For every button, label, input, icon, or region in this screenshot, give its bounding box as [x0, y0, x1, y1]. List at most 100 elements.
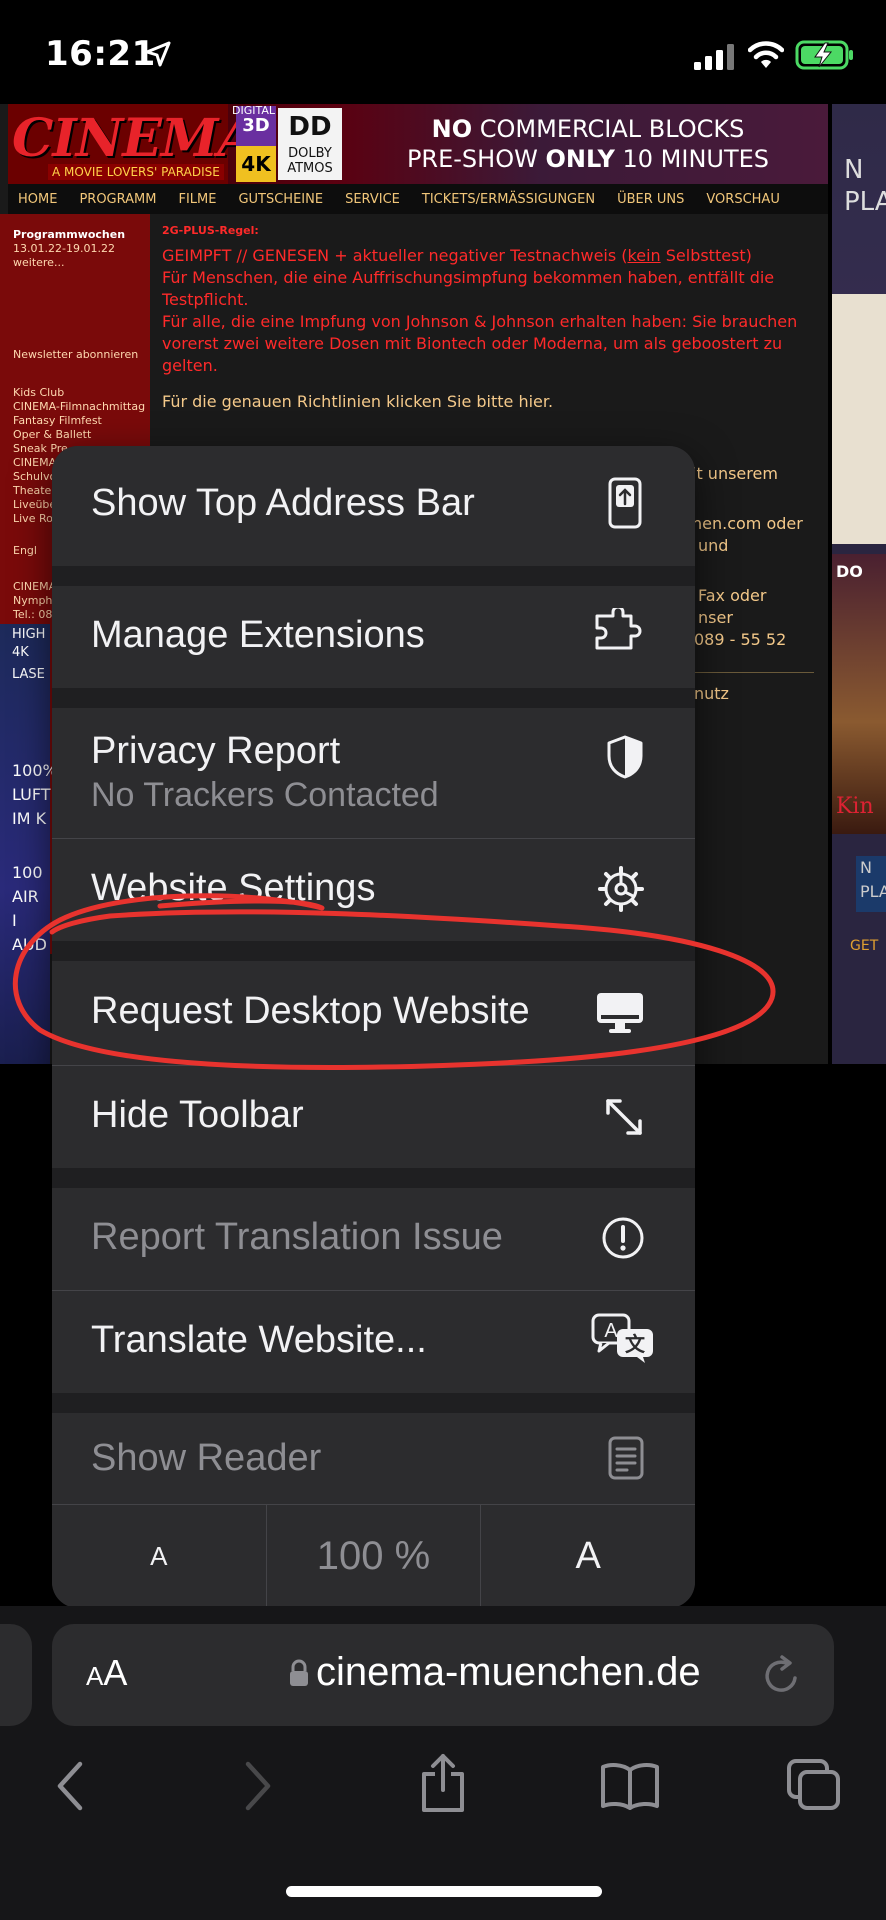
back-icon[interactable] [52, 1760, 88, 1812]
badge-4k: 4K [236, 146, 276, 182]
nav-filme[interactable]: FILME [178, 192, 216, 207]
menu-item-label: Translate Website... [91, 1319, 427, 1361]
page-menu-button[interactable]: AA [86, 1652, 127, 1694]
share-icon[interactable] [418, 1752, 468, 1814]
content-fragment: 089 - 55 52 [694, 630, 787, 649]
nav-gutscheine[interactable]: GUTSCHEINE [238, 192, 323, 207]
expand-arrows-icon [606, 1099, 642, 1135]
promo-text: NO COMMERCIAL BLOCKS PRE-SHOW ONLY 10 MI… [368, 114, 808, 174]
sidebar-link[interactable]: Fantasy Filmfest [13, 414, 102, 428]
menu-item-hide-toolbar[interactable]: Hide Toolbar [52, 1066, 695, 1168]
menu-item-label: Manage Extensions [91, 614, 425, 656]
menu-separator [52, 566, 695, 586]
menu-item-report-translation-issue[interactable]: Report Translation Issue [52, 1188, 695, 1290]
zoom-decrease-button[interactable]: A [52, 1505, 266, 1608]
sidebar-program-dates: 13.01.22-19.01.22 [13, 242, 115, 255]
rule-text: Selbsttest) [660, 246, 752, 265]
nav-ueber-uns[interactable]: ÜBER UNS [617, 192, 684, 207]
right-ad-dolby: DO [836, 562, 863, 581]
nav-service[interactable]: SERVICE [345, 192, 400, 207]
sidebar-link[interactable]: Oper & Ballett [13, 428, 91, 442]
sidebar-program-more[interactable]: weitere... [13, 256, 64, 270]
badge-dolby-atmos: DD DOLBY ATMOS [278, 108, 342, 180]
reload-icon[interactable] [762, 1654, 802, 1696]
menu-item-label: Show Top Address Bar [91, 482, 475, 524]
sidebar-program-title[interactable]: Programmwochen [13, 228, 125, 242]
promo-only: ONLY [545, 145, 615, 173]
status-time: 16:21 [45, 34, 156, 74]
guidelines-link[interactable]: Für die genauen Richtlinien klicken Sie … [162, 391, 822, 413]
nav-vorschau[interactable]: VORSCHAU [706, 192, 779, 207]
right-ad-title: Kin [836, 794, 874, 819]
aa-small: A [86, 1661, 104, 1691]
bookmarks-icon[interactable] [600, 1762, 660, 1810]
content-fragment: Fax oder [698, 586, 767, 605]
nav-tickets[interactable]: TICKETS/ERMÄSSIGUNGEN [422, 192, 595, 207]
menu-item-label: Hide Toolbar [91, 1094, 304, 1136]
zoom-controls: A 100 % A [52, 1504, 695, 1608]
dolby-logo: DD [288, 112, 332, 142]
site-header-banner: CINEMA A MOVIE LOVERS' PARADISE 3D DIGIT… [8, 104, 828, 184]
right-ad-image [832, 294, 886, 544]
sidebar-link[interactable]: Kids Club [13, 386, 64, 400]
site-nav: HOME PROGRAMM FILME GUTSCHEINE SERVICE T… [8, 184, 828, 214]
zoom-level-button[interactable]: 100 % [265, 1505, 481, 1608]
cinema-logo[interactable]: CINEMA A MOVIE LOVERS' PARADISE [8, 104, 258, 184]
red-circle-annotation [12, 893, 776, 1070]
atmos-label: ATMOS [287, 161, 333, 176]
shield-icon [607, 735, 643, 779]
safari-bottom-toolbar: AA cinema-muenchen.de [0, 1606, 886, 1920]
zoom-increase-button[interactable]: A [480, 1505, 695, 1608]
rule-underlined: kein [627, 246, 661, 265]
dolby-label: DOLBY [288, 146, 332, 161]
sidebar-link[interactable]: CINEMA [13, 456, 56, 470]
sidebar-english[interactable]: Engl [13, 544, 37, 558]
menu-item-privacy-report[interactable]: Privacy Report No Trackers Contacted [52, 708, 695, 838]
right-ad-line: N [844, 155, 864, 185]
svg-text:A: A [604, 1320, 618, 1342]
nav-programm[interactable]: PROGRAMM [79, 192, 156, 207]
status-bar: 16:21 [0, 0, 886, 104]
menu-item-show-top-address-bar[interactable]: Show Top Address Bar [52, 446, 695, 566]
translate-icon: A 文 [591, 1313, 653, 1363]
promo-peek-text: 4K LASE [12, 645, 45, 682]
badge-digital: DIGITAL [232, 104, 276, 117]
aa-large: A [103, 1652, 128, 1693]
puzzle-extension-icon [595, 608, 642, 650]
lock-icon [290, 1659, 308, 1686]
promo-line2-end: 10 MINUTES [614, 145, 770, 173]
nav-home[interactable]: HOME [18, 192, 57, 207]
rule-text: GEIMPFT // GENESEN + aktueller negativer… [162, 246, 628, 265]
home-indicator[interactable] [286, 1886, 602, 1897]
rule-title: 2G-PLUS-Regel: [162, 224, 259, 237]
sidebar-link[interactable]: Theater [13, 484, 56, 498]
sidebar-link[interactable]: CINEMA-Filmnachmittag [13, 400, 145, 414]
menu-separator [52, 688, 695, 708]
logo-tagline: A MOVIE LOVERS' PARADISE [48, 164, 224, 180]
promo-line2-start: PRE-SHOW [406, 145, 546, 173]
right-ad-poster [832, 554, 886, 834]
address-bar[interactable]: AA cinema-muenchen.de [52, 1624, 834, 1726]
wifi-icon [748, 41, 784, 68]
menu-item-manage-extensions[interactable]: Manage Extensions [52, 586, 695, 688]
menu-item-show-reader[interactable]: Show Reader [52, 1413, 695, 1504]
promo-peek-text: LUFT [12, 785, 51, 804]
menu-item-translate-website[interactable]: Translate Website... A 文 [52, 1291, 695, 1393]
sidebar-link[interactable]: Live Ro [13, 512, 53, 526]
tabs-icon[interactable] [786, 1758, 842, 1812]
sidebar-newsletter[interactable]: Newsletter abonnieren [13, 348, 138, 362]
menu-item-sublabel: No Trackers Contacted [91, 776, 439, 814]
rule-line-1: GEIMPFT // GENESEN + aktueller negativer… [162, 245, 822, 267]
menu-item-label: Show Reader [91, 1437, 322, 1479]
content-divider [694, 672, 814, 673]
forward-icon[interactable] [240, 1760, 276, 1812]
menu-item-label: Privacy Report [91, 730, 341, 772]
sidebar-link[interactable]: Schulvo [13, 470, 56, 484]
sidebar-link[interactable]: Liveübe [13, 498, 56, 512]
svg-text:文: 文 [625, 1332, 646, 1356]
promo-peek-text: IM K [12, 809, 47, 828]
content-fragment: nen.com oder [692, 514, 803, 533]
menu-separator [52, 1393, 695, 1413]
previous-tab-peek[interactable] [0, 1624, 32, 1726]
promo-line1: COMMERCIAL BLOCKS [472, 115, 745, 143]
